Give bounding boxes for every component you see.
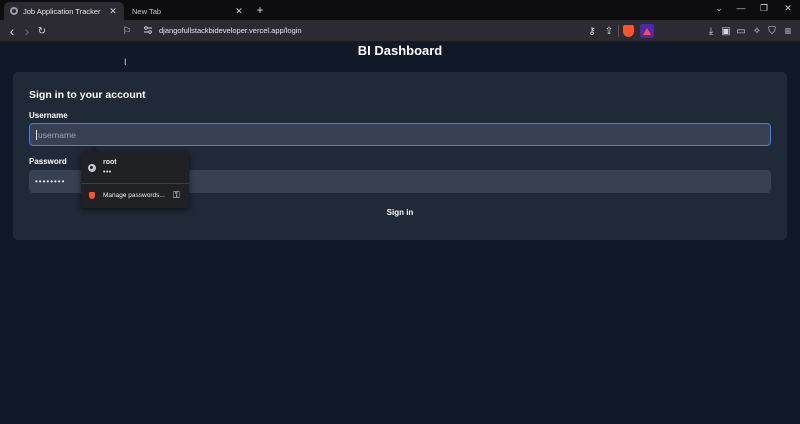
manage-passwords-label: Manage passwords... xyxy=(103,192,165,199)
tab-strip: Job Application Tracker ✕ New Tab ✕ + ⌄ … xyxy=(0,0,800,20)
password-label: Password xyxy=(29,157,67,166)
username-label: Username xyxy=(29,111,68,120)
downloads-icon[interactable]: ⤓ xyxy=(704,24,718,38)
autofill-popup: root ••• Manage passwords... ⚿ xyxy=(81,151,189,208)
popup-divider xyxy=(81,183,189,184)
tab-title: Job Application Tracker xyxy=(23,6,101,16)
tab-title: New Tab xyxy=(132,6,162,16)
key-icon: ⚿ xyxy=(173,190,180,200)
text-caret xyxy=(36,129,37,140)
text-cursor-icon: I xyxy=(124,57,127,67)
wallet-icon[interactable]: ▭ xyxy=(734,24,748,38)
autofill-suggestion[interactable]: root ••• xyxy=(81,155,189,181)
brave-rewards-icon[interactable] xyxy=(640,24,654,38)
username-input[interactable]: username xyxy=(29,123,771,146)
forward-icon[interactable]: › xyxy=(20,23,34,39)
page-title: BI Dashboard xyxy=(357,43,443,58)
brave-shield-icon xyxy=(89,192,95,199)
minimize-icon[interactable]: — xyxy=(734,3,748,13)
menu-icon[interactable]: ≡ xyxy=(781,24,795,38)
suggestion-password: ••• xyxy=(103,169,112,176)
globe-icon xyxy=(10,7,18,15)
bookmark-icon[interactable]: ⚐ xyxy=(120,24,134,38)
vpn-icon[interactable]: ⛉ xyxy=(765,24,779,38)
toolbar-divider xyxy=(618,25,619,37)
tab-job-application-tracker[interactable]: Job Application Tracker ✕ xyxy=(4,2,124,20)
suggestion-username: root xyxy=(103,159,117,166)
address-bar[interactable]: djangofullstackbideveloper.vercel.app/lo… xyxy=(159,26,302,35)
sign-in-button[interactable]: Sign in xyxy=(13,208,787,217)
site-info-icon[interactable] xyxy=(143,25,153,35)
sidebar-icon[interactable]: ▣ xyxy=(719,24,733,38)
password-key-icon[interactable]: ⚷ xyxy=(585,24,599,38)
close-tab-icon[interactable]: ✕ xyxy=(234,6,244,17)
close-tab-icon[interactable]: ✕ xyxy=(108,6,118,17)
restore-icon[interactable]: ❐ xyxy=(757,3,771,14)
back-icon[interactable]: ‹ xyxy=(5,23,19,39)
login-heading: Sign in to your account xyxy=(29,89,146,101)
username-placeholder: username xyxy=(38,129,76,140)
tab-new-tab[interactable]: New Tab ✕ xyxy=(126,2,250,20)
browser-toolbar: ‹ › ↻ ⚐ djangofullstackbideveloper.verce… xyxy=(0,20,800,42)
brave-shields-icon[interactable] xyxy=(623,25,634,37)
leo-ai-icon[interactable]: ✧ xyxy=(750,24,764,38)
globe-icon xyxy=(88,164,96,172)
new-tab-button[interactable]: + xyxy=(254,3,266,17)
manage-passwords-item[interactable]: Manage passwords... ⚿ xyxy=(81,187,189,205)
close-window-icon[interactable]: ✕ xyxy=(781,3,795,14)
tab-list-icon[interactable]: ⌄ xyxy=(712,3,726,14)
reload-icon[interactable]: ↻ xyxy=(35,24,49,38)
share-icon[interactable]: ⇪ xyxy=(602,24,616,38)
